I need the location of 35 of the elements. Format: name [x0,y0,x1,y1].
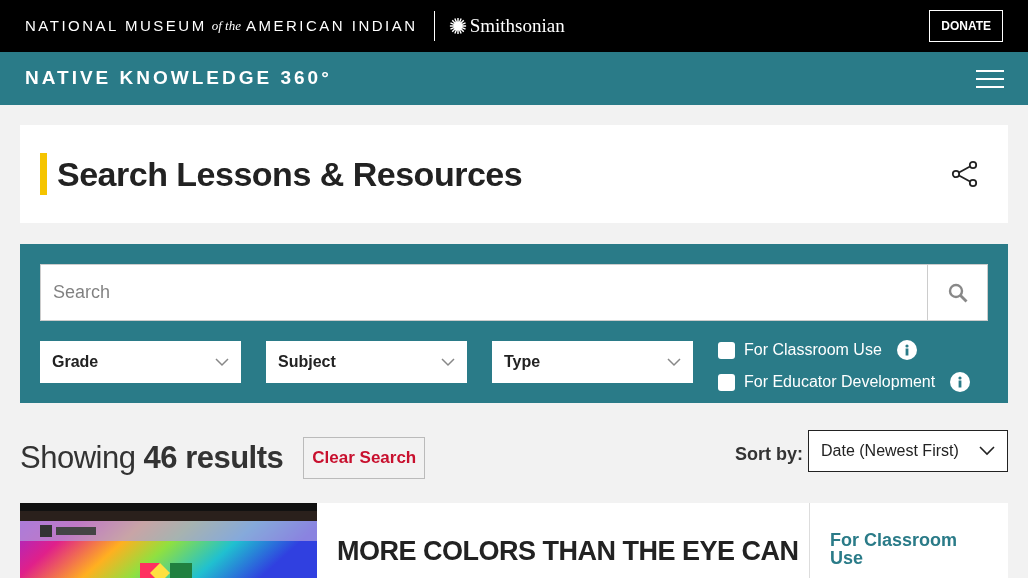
search-field[interactable]: Search [40,264,928,321]
chevron-down-icon [667,357,681,367]
sort-dropdown[interactable]: Date (Newest First) [808,430,1008,472]
clear-search-button[interactable]: Clear Search [303,437,426,479]
site-title[interactable]: NATIVE KNOWLEDGE 360° [25,64,332,93]
info-icon[interactable] [950,372,971,392]
card-title[interactable]: MORE COLORS THAN THE EYE CAN [337,536,799,566]
smithsonian-logo-text[interactable]: Smithsonian [469,11,565,41]
chevron-down-icon [979,446,995,456]
checkbox-label: For Educator Development [744,372,936,392]
checkbox[interactable] [718,373,735,391]
audience-label: For Classroom Use [830,531,959,567]
results-count: Showing 46 results [20,438,284,477]
chevron-down-icon [441,357,455,367]
logo-text: NATIONAL MUSEUM [25,15,207,36]
logo-text: AMERICAN INDIAN [245,15,418,36]
result-card[interactable]: MORE COLORS THAN THE EYE CAN For Classroom Use [20,503,1008,578]
filter-dropdown[interactable]: Type [492,341,693,383]
checkbox-label: For Classroom Use [744,340,882,360]
menu-icon[interactable] [976,69,1004,88]
filter-dropdown[interactable]: Subject [266,341,467,383]
checkbox[interactable] [718,341,735,359]
sort-label: Sort by: [735,443,803,466]
logo-text: of the [211,17,241,36]
search-icon [947,282,968,303]
search-button[interactable] [928,264,988,321]
museum-logo[interactable]: NATIONAL MUSEUM of the AMERICAN INDIAN [25,11,435,41]
filter-dropdown[interactable]: Grade [40,341,241,383]
info-icon[interactable] [896,340,917,360]
share-icon[interactable] [951,160,979,188]
donate-button[interactable]: DONATE [929,10,1003,42]
sunburst-icon [448,17,467,35]
chevron-down-icon [215,357,229,367]
accent-bar [40,153,47,195]
page-title: Search Lessons & Resources [57,153,523,195]
